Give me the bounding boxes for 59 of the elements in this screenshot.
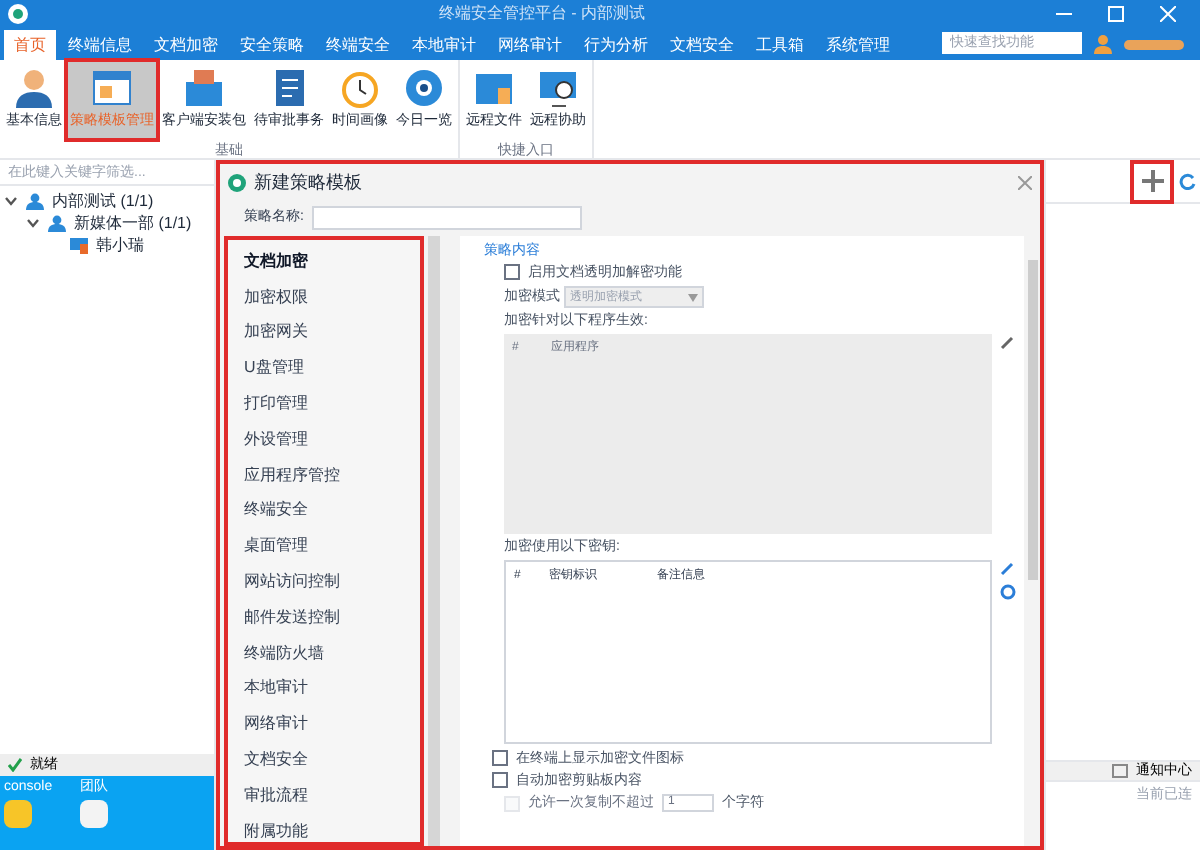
menu-tab[interactable]: 终端安全 [316,30,400,60]
menu-tab[interactable]: 系统管理 [816,30,900,60]
close-icon[interactable] [1018,175,1032,189]
tree-node[interactable]: 韩小瑞 [96,237,144,253]
category-item[interactable]: 应用程序管控 [228,457,420,494]
category-item[interactable]: 网站访问控制 [228,564,420,600]
menu-tab[interactable]: 本地审计 [402,30,486,60]
menu-tab[interactable]: 网络审计 [488,30,572,60]
tree-node[interactable]: 内部测试 (1/1) [52,193,154,209]
expand-caret-icon[interactable] [26,216,40,230]
category-item[interactable]: 外设管理 [228,421,420,458]
user-name-blur [1124,40,1184,50]
category-item[interactable]: 加密权限 [228,279,420,316]
alarm-clock-icon [338,66,382,110]
computer-icon [70,236,88,254]
person-group-icon [48,214,66,232]
category-item[interactable]: 网络审计 [228,706,420,743]
menu-tab[interactable]: 终端信息 [58,30,142,60]
app-logo-icon [8,4,28,24]
category-item[interactable]: U盘管理 [228,350,420,387]
category-item[interactable]: 文档安全 [228,742,420,778]
category-item[interactable]: 审批流程 [228,777,420,814]
category-item[interactable]: 本地审计 [228,671,420,707]
person-icon [12,66,56,110]
form-icon [90,66,134,110]
window-title: 终端安全管控平台 - 内部测试 [436,6,648,22]
dialog-title: 新建策略模板 [254,173,364,191]
tree-node[interactable]: 新媒体一部 (1/1) [74,215,192,231]
refresh-icon[interactable] [1178,172,1196,190]
category-item[interactable]: 文档加密 [228,244,420,280]
scrollbar[interactable] [424,236,444,846]
input-field[interactable] [311,206,582,230]
check-icon [8,758,22,772]
checkbox[interactable] [492,772,508,788]
eye-icon [402,66,446,110]
category-item[interactable]: 桌面管理 [228,528,420,565]
expand-caret-icon[interactable] [4,194,18,208]
desktop-icon[interactable] [80,800,109,828]
dialog-logo-icon [228,173,246,191]
menu-tab[interactable]: 行为分析 [574,30,658,60]
menu-tab[interactable]: 工具箱 [746,30,814,60]
box-icon [182,66,226,110]
category-item[interactable]: 打印管理 [228,386,420,422]
checkbox[interactable] [492,750,508,766]
person-group-icon [26,192,44,210]
monitor-search-icon [536,66,580,110]
mail-icon [1112,764,1128,778]
category-item[interactable]: 终端安全 [228,493,420,529]
category-item[interactable]: 加密网关 [228,315,420,351]
maximize-icon[interactable] [1108,6,1124,22]
category-item[interactable]: 邮件发送控制 [228,599,420,636]
category-item[interactable]: 终端防火墙 [228,635,420,672]
dropdown-arrow-icon [688,293,698,301]
add-icon[interactable] [1141,170,1163,192]
checkbox[interactable] [504,264,520,280]
menu-tab[interactable]: 文档加密 [144,30,228,60]
category-item[interactable]: 附属功能 [228,813,420,842]
menu-tab[interactable]: 文档安全 [660,30,744,60]
menu-tab[interactable]: 安全策略 [230,30,314,60]
